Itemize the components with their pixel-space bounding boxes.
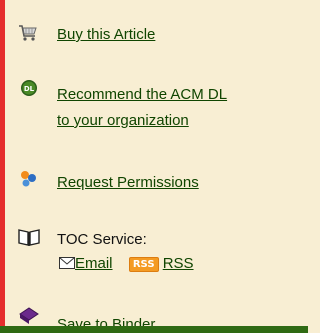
rss-link[interactable]: RSS [163, 255, 194, 272]
buy-article-link[interactable]: Buy this Article [57, 24, 155, 45]
recommend-acm-dl-link-line2[interactable]: to your organization [57, 110, 189, 131]
toc-service-label: TOC Service: [57, 231, 147, 248]
article-tools-panel: Buy this Article DL Recommend the ACM DL… [5, 0, 308, 333]
email-link[interactable]: Email [75, 255, 113, 272]
binder-icon [17, 304, 41, 328]
envelope-icon [59, 254, 75, 269]
svg-text:DL: DL [24, 85, 35, 93]
rss-badge-icon: RSS [128, 257, 159, 272]
permissions-icon [17, 168, 41, 192]
recommend-acm-dl-link-line1[interactable]: Recommend the ACM DL [57, 84, 227, 105]
request-permissions-link[interactable]: Request Permissions [57, 172, 199, 193]
dl-badge-icon: DL [17, 78, 41, 102]
bottom-green-bar [0, 326, 308, 333]
shopping-cart-icon [17, 22, 41, 46]
open-book-icon [17, 225, 41, 249]
toc-service-links: Email RSS RSS [59, 253, 194, 274]
